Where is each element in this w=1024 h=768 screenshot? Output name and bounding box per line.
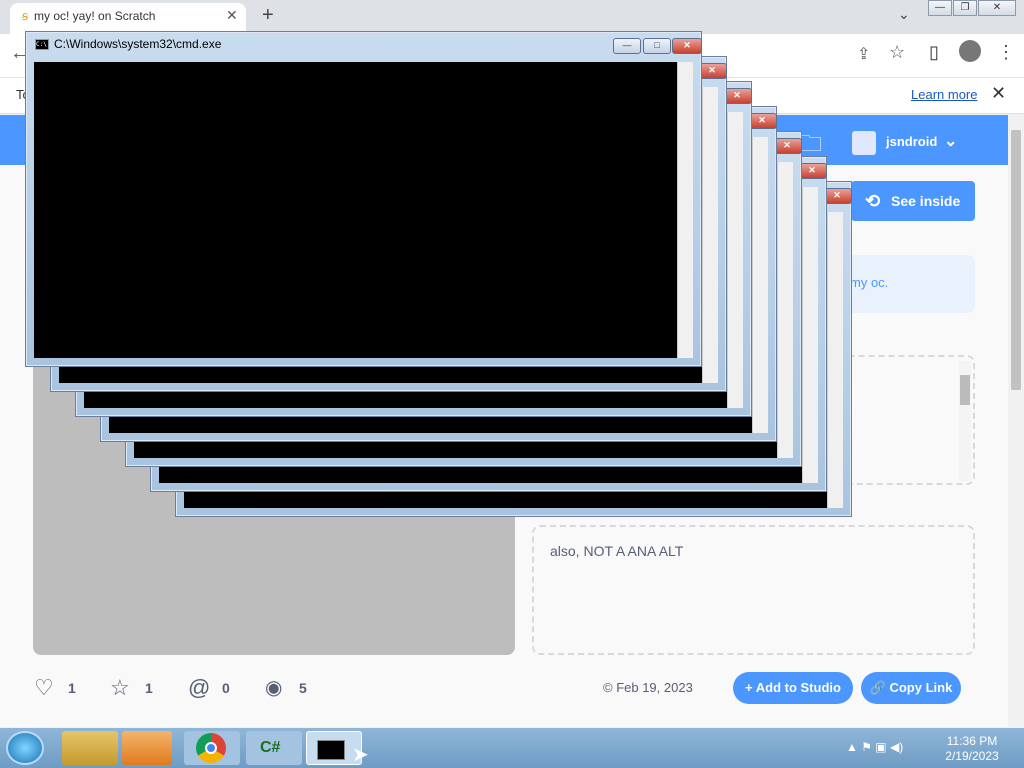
tab-title: my oc! yay! on Scratch bbox=[34, 9, 156, 23]
tab-bar: ꞩ my oc! yay! on Scratch ✕ + ⌄ — ❐ ✕ bbox=[0, 0, 1024, 34]
menu-icon[interactable]: ⋮ bbox=[997, 42, 1015, 63]
tab-search-icon[interactable]: ⌄ bbox=[898, 6, 910, 23]
credits-text: also, NOT A ANA ALT bbox=[550, 543, 684, 559]
instructions-text: my oc. bbox=[850, 275, 889, 290]
share-date: © Feb 19, 2023 bbox=[603, 680, 693, 695]
see-inside-label: See inside bbox=[891, 193, 961, 209]
copy-link-button[interactable]: 🔗 Copy Link bbox=[861, 672, 961, 704]
avatar[interactable] bbox=[852, 131, 876, 155]
cmd-window[interactable]: C:\ C:\Windows\system32\cmd.exe —□✕ bbox=[25, 31, 702, 367]
user-menu-chevron-icon[interactable]: ⌄ bbox=[944, 131, 957, 151]
cmd-scrollbar[interactable] bbox=[702, 87, 718, 383]
share-icon[interactable]: ⇪ bbox=[857, 44, 870, 64]
notes-scroll-thumb[interactable] bbox=[960, 375, 970, 405]
scratch-favicon-icon: ꞩ bbox=[22, 9, 29, 23]
notes-scrollbar[interactable] bbox=[959, 361, 971, 481]
start-button[interactable] bbox=[6, 731, 44, 765]
explorer-taskbar-icon[interactable] bbox=[62, 731, 118, 765]
cmd-scrollbar[interactable] bbox=[827, 212, 843, 508]
cmd-scrollbar[interactable] bbox=[802, 187, 818, 483]
system-tray-icons[interactable]: ▲ ⚑ ▣ ◀) bbox=[846, 740, 903, 754]
clock[interactable]: 11:36 PM 2/19/2023 bbox=[940, 734, 1004, 764]
cmd-close-button[interactable]: ✕ bbox=[672, 38, 702, 54]
page-scroll-thumb[interactable] bbox=[1011, 130, 1021, 390]
mouse-cursor-icon: ➤ bbox=[352, 744, 369, 766]
window-restore-button[interactable]: ❐ bbox=[953, 0, 977, 16]
love-heart-icon[interactable]: ♡ bbox=[34, 675, 54, 701]
remix-icon: @ bbox=[188, 675, 211, 700]
username[interactable]: jsndroid bbox=[886, 134, 937, 149]
love-count: 1 bbox=[68, 680, 76, 696]
views-count: 5 bbox=[299, 680, 307, 696]
views-eye-icon: ◉ bbox=[265, 677, 283, 699]
cmd-icon: C:\ bbox=[35, 39, 49, 50]
csharp-taskbar-icon[interactable]: C# bbox=[246, 731, 302, 765]
see-inside-icon: ⟲ bbox=[865, 191, 881, 211]
media-player-taskbar-icon[interactable] bbox=[122, 731, 172, 765]
learn-more-link[interactable]: Learn more bbox=[911, 87, 977, 102]
tab-close-icon[interactable]: ✕ bbox=[226, 7, 238, 24]
page-scrollbar[interactable] bbox=[1008, 115, 1024, 727]
infobar-close-icon[interactable]: ✕ bbox=[991, 83, 1006, 104]
bookmark-star-icon[interactable]: ☆ bbox=[889, 42, 905, 63]
cmd-maximize-button[interactable]: □ bbox=[643, 38, 671, 54]
cmd-scrollbar[interactable] bbox=[752, 137, 768, 433]
cmd-scrollbar[interactable] bbox=[677, 62, 693, 358]
cmd-minimize-button[interactable]: — bbox=[613, 38, 641, 54]
cmd-scrollbar[interactable] bbox=[777, 162, 793, 458]
taskbar: C# ➤ ▲ ⚑ ▣ ◀) 11:36 PM 2/19/2023 bbox=[0, 728, 1024, 768]
add-to-studio-button[interactable]: + Add to Studio bbox=[733, 672, 853, 704]
see-inside-button[interactable]: ⟲ See inside bbox=[851, 181, 975, 221]
clock-date: 2/19/2023 bbox=[945, 749, 999, 763]
sidebar-icon[interactable]: ▯ bbox=[929, 42, 939, 63]
cmd-title: C:\Windows\system32\cmd.exe bbox=[54, 37, 222, 51]
clock-time: 11:36 PM bbox=[946, 734, 998, 748]
cmd-scrollbar[interactable] bbox=[727, 112, 743, 408]
profile-icon[interactable] bbox=[959, 40, 981, 62]
credits-box: also, NOT A ANA ALT bbox=[532, 525, 975, 655]
chrome-taskbar-icon[interactable] bbox=[184, 731, 240, 765]
window-close-button[interactable]: ✕ bbox=[978, 0, 1016, 16]
window-minimize-button[interactable]: — bbox=[928, 0, 952, 16]
remix-count: 0 bbox=[222, 680, 230, 696]
cmd-console[interactable] bbox=[34, 62, 677, 358]
new-tab-button[interactable]: + bbox=[262, 4, 274, 27]
favorite-count: 1 bbox=[145, 680, 153, 696]
favorite-star-icon[interactable]: ☆ bbox=[110, 675, 130, 701]
